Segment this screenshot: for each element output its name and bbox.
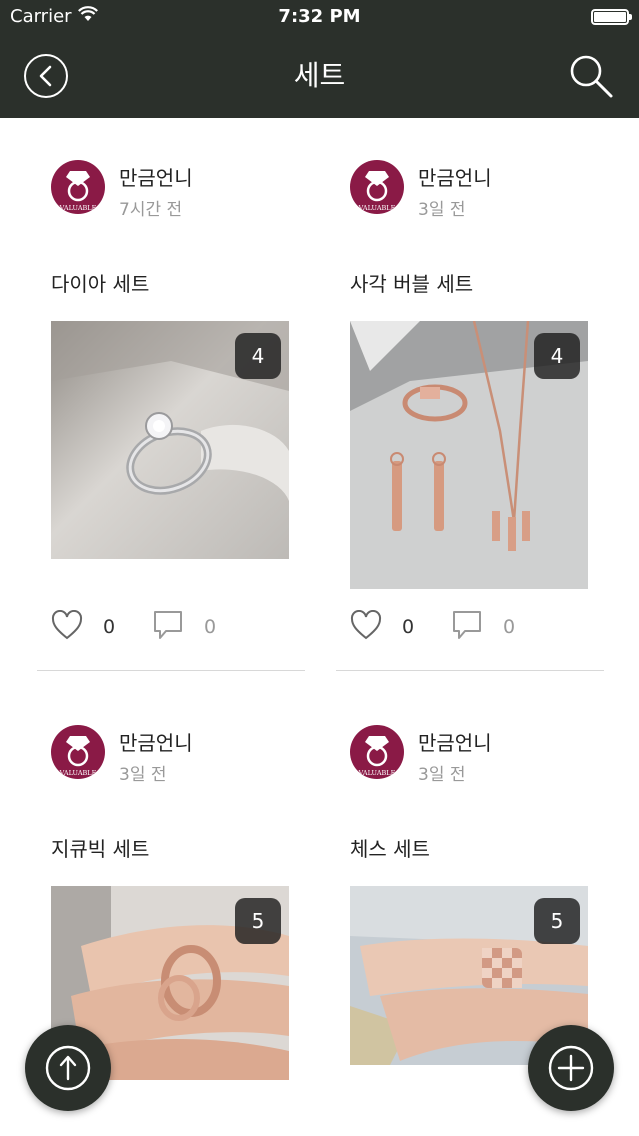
photo-count-badge: 5 [235,898,281,944]
avatar-wordmark: VALUABLE [59,769,97,777]
nav-bar: 세트 [0,36,639,118]
like-count: 0 [103,616,116,638]
comment-icon[interactable] [152,609,184,645]
divider [336,670,604,671]
plus-icon [548,1045,594,1091]
post-time: 7시간 전 [119,200,183,220]
author-name[interactable]: 만금언니 [119,727,193,756]
add-set-button[interactable] [528,1025,614,1111]
avatar-wordmark: VALUABLE [358,204,396,212]
search-button[interactable] [567,52,615,100]
photo-count-badge: 4 [534,333,580,379]
search-icon [570,55,613,98]
avatar[interactable]: VALUABLE [51,725,105,779]
avatar-wordmark: VALUABLE [358,769,396,777]
comment-count: 0 [204,616,217,638]
author-name[interactable]: 만금언니 [418,162,492,191]
arrow-up-icon [45,1045,91,1091]
avatar[interactable]: VALUABLE [350,160,404,214]
page-title: 세트 [293,59,346,92]
like-count: 0 [402,616,415,638]
set-title[interactable]: 다이아 세트 [51,268,149,297]
battery-icon [591,9,632,25]
post-card[interactable]: VALUABLE 만금언니 3일 전 사각 버블 세트 4 0 0 [336,118,604,671]
comment-icon[interactable] [451,609,483,645]
photo-count-badge: 5 [534,898,580,944]
status-time: 7:32 PM [278,6,361,27]
divider [37,670,305,671]
post-time: 3일 전 [418,765,466,785]
post-time: 3일 전 [418,200,466,220]
set-title[interactable]: 사각 버블 세트 [350,268,473,297]
scroll-top-button[interactable] [25,1025,111,1111]
comment-count: 0 [503,616,516,638]
set-title[interactable]: 지큐빅 세트 [51,833,149,862]
avatar[interactable]: VALUABLE [51,160,105,214]
set-photo[interactable]: 4 [350,321,588,589]
avatar-wordmark: VALUABLE [59,204,97,212]
set-photo[interactable]: 4 [51,321,289,559]
avatar[interactable]: VALUABLE [350,725,404,779]
post-time: 3일 전 [119,765,167,785]
heart-icon[interactable] [350,609,382,644]
status-bar: Carrier 7:32 PM [0,0,639,36]
photo-count-badge: 4 [235,333,281,379]
set-title[interactable]: 체스 세트 [350,833,430,862]
heart-icon[interactable] [51,609,83,644]
author-name[interactable]: 만금언니 [418,727,492,756]
author-name[interactable]: 만금언니 [119,162,193,191]
post-card[interactable]: VALUABLE 만금언니 7시간 전 다이아 세트 4 0 0 [37,118,305,671]
